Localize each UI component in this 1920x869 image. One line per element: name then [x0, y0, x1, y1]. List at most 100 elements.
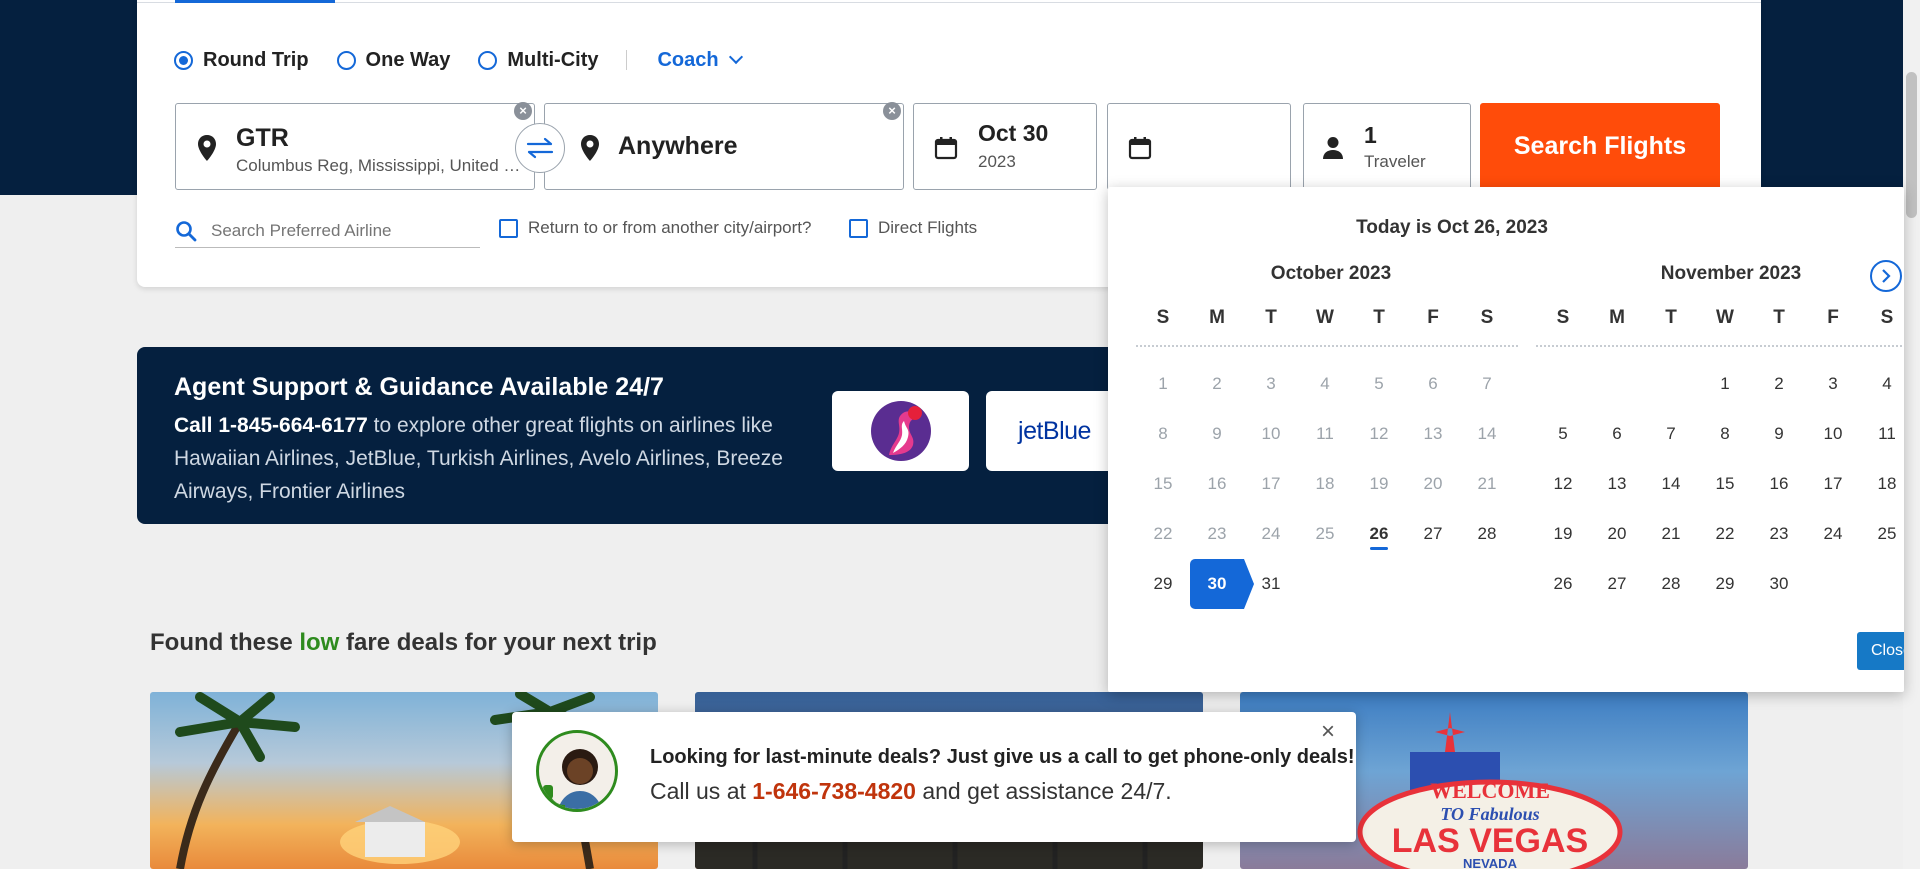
empty-day-cell	[1644, 359, 1698, 409]
location-pin-icon	[581, 135, 599, 161]
vegas-state-text: NEVADA	[1463, 856, 1518, 869]
calendar-day[interactable]: 3	[1806, 359, 1860, 409]
one-way-radio[interactable]: One Way	[336, 49, 450, 72]
active-tab-indicator	[175, 0, 335, 3]
calendar-day: 2	[1212, 374, 1222, 393]
calendar-day[interactable]: 17	[1806, 459, 1860, 509]
weekday-label: T	[1265, 307, 1277, 328]
calendar-day: 23	[1207, 524, 1227, 543]
calendar-day[interactable]: 21	[1644, 509, 1698, 559]
vegas-welcome-text: WELCOME	[1430, 778, 1550, 803]
round-trip-radio[interactable]: Round Trip	[174, 49, 309, 72]
radio-checked-icon	[174, 50, 193, 70]
calendar-day[interactable]: 1	[1698, 359, 1752, 409]
vegas-to-text: TO Fabulous	[1440, 804, 1539, 824]
person-icon	[1323, 137, 1343, 159]
calendar-day[interactable]: 15	[1698, 459, 1752, 509]
month-days-grid: 1 2 3 4 5 6 7 8 9 10 11 12 13 14 15 16 17 18 19 20 21 22 23 24 2…	[1136, 359, 1526, 609]
popup-phone-link[interactable]: 1-646-738-4820	[752, 778, 916, 804]
weekday-label: S	[1480, 307, 1494, 328]
calendar-day[interactable]: 28	[1460, 509, 1514, 559]
today-label: Today is Oct 26, 2023	[1356, 217, 1548, 238]
calendar-day[interactable]: 4	[1860, 359, 1904, 409]
banner-title: Agent Support & Guidance Available 24/7	[174, 373, 664, 401]
calendar-day[interactable]: 2	[1752, 359, 1806, 409]
search-flights-button[interactable]: Search Flights	[1480, 103, 1720, 190]
calendar-day[interactable]: 9	[1752, 409, 1806, 459]
calendar-day[interactable]: 27	[1406, 509, 1460, 559]
calendar-day[interactable]: 5	[1536, 409, 1590, 459]
weekday-label: S	[1556, 307, 1570, 328]
calendar-day[interactable]: 24	[1806, 509, 1860, 559]
weekday-label: F	[1827, 307, 1839, 328]
travelers-field[interactable]: 1 Traveler	[1303, 103, 1471, 190]
swap-airports-button[interactable]	[515, 123, 565, 173]
calendar-day: 9	[1212, 424, 1222, 443]
calendar-day: 13	[1423, 424, 1443, 443]
next-month-button[interactable]	[1870, 260, 1902, 292]
multi-city-radio[interactable]: Multi-City	[478, 49, 598, 72]
traveler-count: 1	[1364, 122, 1377, 148]
origin-field[interactable]: GTR Columbus Reg, Mississippi, United St…	[175, 102, 535, 190]
month-title: November 2023	[1660, 263, 1802, 284]
selected-date[interactable]: 30	[1190, 559, 1254, 609]
calendar-icon	[934, 137, 958, 160]
calendar-day[interactable]: 19	[1536, 509, 1590, 559]
calendar-day: 21	[1477, 474, 1497, 493]
calendar-day: 5	[1374, 374, 1384, 393]
hawaiian-airlines-logo[interactable]	[832, 391, 969, 471]
calendar-icon	[1128, 137, 1152, 160]
clear-origin-icon[interactable]: ×	[514, 102, 532, 120]
popup-text-pre: Call us at	[650, 778, 753, 804]
calendar-day: 20	[1423, 474, 1443, 493]
calendar-day[interactable]: 27	[1590, 559, 1644, 609]
calendar-day[interactable]: 29	[1698, 559, 1752, 609]
calendar-day[interactable]: 7	[1644, 409, 1698, 459]
calendar-day: 24	[1261, 524, 1281, 543]
calendar-day[interactable]: 10	[1806, 409, 1860, 459]
scrollbar-thumb[interactable]	[1906, 72, 1917, 218]
calendar-day[interactable]: 29	[1136, 559, 1190, 609]
calendar-day[interactable]: 28	[1644, 559, 1698, 609]
calendar-day[interactable]: 23	[1752, 509, 1806, 559]
calendar-day: 4	[1320, 374, 1330, 393]
today-date[interactable]: 26	[1352, 509, 1406, 559]
calendar-day: 8	[1158, 424, 1168, 443]
calendar-day[interactable]: 16	[1752, 459, 1806, 509]
calendar-day[interactable]: 13	[1590, 459, 1644, 509]
month-title: October 2023	[1270, 263, 1392, 284]
close-calendar-button[interactable]: Close	[1857, 632, 1904, 670]
weekday-label: W	[1316, 307, 1334, 328]
calendar-day[interactable]: 22	[1698, 509, 1752, 559]
clear-destination-icon[interactable]: ×	[883, 102, 901, 120]
direct-flights-checkbox[interactable]: Direct Flights	[849, 218, 977, 238]
jetblue-logo[interactable]: jetBlue	[986, 391, 1123, 471]
chevron-right-icon	[1882, 269, 1891, 283]
preferred-airline-input[interactable]	[211, 220, 471, 241]
weekday-label: W	[1716, 307, 1734, 328]
calendar-day[interactable]: 30	[1752, 559, 1806, 609]
calendar-day[interactable]: 14	[1644, 459, 1698, 509]
close-icon[interactable]: ×	[1316, 720, 1340, 744]
return-other-airport-checkbox[interactable]: Return to or from another city/airport?	[499, 218, 811, 238]
cabin-class-dropdown[interactable]: Coach	[657, 49, 743, 72]
weekday-label: T	[1373, 307, 1385, 328]
calendar-day[interactable]: 12	[1536, 459, 1590, 509]
banner-phone[interactable]: Call 1-845-664-6177	[174, 414, 368, 437]
calendar-day[interactable]: 18	[1860, 459, 1904, 509]
weekday-label: M	[1609, 307, 1625, 328]
depart-date-field[interactable]: Oct 30 2023	[913, 103, 1097, 190]
calendar-day[interactable]: 6	[1590, 409, 1644, 459]
calendar-day[interactable]: 31	[1244, 559, 1298, 609]
calendar-day[interactable]: 20	[1590, 509, 1644, 559]
page-scrollbar[interactable]	[1903, 0, 1920, 869]
calendar-day[interactable]: 11	[1860, 409, 1904, 459]
calendar-day[interactable]: 25	[1860, 509, 1904, 559]
destination-field[interactable]: Anywhere ×	[544, 102, 904, 190]
deals-heading-pre: Found these	[150, 629, 300, 656]
deals-heading-low: low	[299, 629, 340, 656]
return-date-field[interactable]	[1107, 103, 1291, 190]
calendar-day[interactable]: 26	[1536, 559, 1590, 609]
popup-title: Looking for last-minute deals? Just give…	[650, 746, 1355, 768]
calendar-day[interactable]: 8	[1698, 409, 1752, 459]
